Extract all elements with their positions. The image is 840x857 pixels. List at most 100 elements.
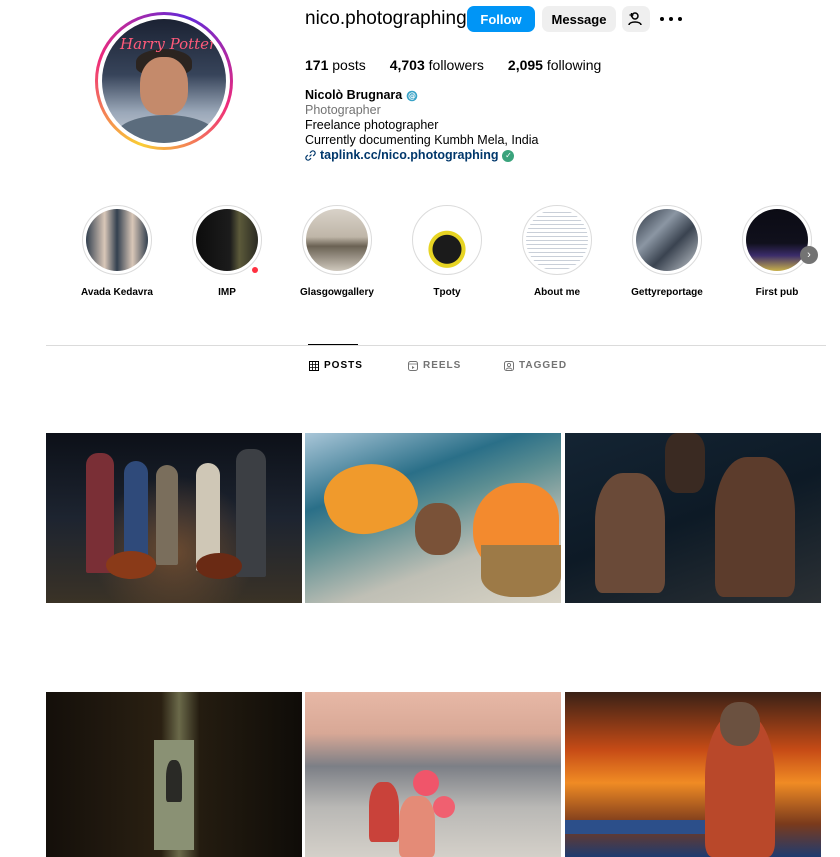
following-label: following (546, 57, 602, 73)
highlight-gettyreportage[interactable]: Gettyreportage (622, 205, 712, 298)
post-thumbnail-smokers[interactable] (565, 433, 821, 603)
svg-text:@: @ (408, 91, 416, 100)
tab-reels[interactable]: REELS (408, 360, 461, 371)
profile-stats: 171 posts 4,703 followers 2,095 followin… (305, 57, 625, 73)
photo-figure (166, 760, 182, 802)
posts-label: posts (332, 57, 366, 73)
photo-fence (565, 820, 705, 834)
avatar-frame: Harry Potter (98, 15, 230, 147)
followers-label: followers (428, 57, 484, 73)
grid-icon (309, 360, 319, 371)
highlight-avada-kedavra[interactable]: Avada Kedavra (72, 205, 162, 298)
highlight-label: IMP (218, 287, 236, 298)
highlight-cover (746, 209, 808, 271)
add-user-button[interactable] (622, 6, 650, 32)
following-stat[interactable]: 2,095 following (508, 57, 601, 73)
highlight-glasgowgallery[interactable]: Glasgowgallery (292, 205, 382, 298)
highlight-cover (526, 209, 588, 271)
more-dot (660, 17, 664, 21)
highlight-cover (306, 209, 368, 271)
highlight-cover (196, 209, 258, 271)
tab-posts-label: POSTS (324, 360, 363, 371)
bio-line-2: Currently documenting Kumbh Mela, India (305, 133, 539, 147)
message-button[interactable]: Message (542, 6, 616, 32)
highlight-ring (82, 205, 152, 275)
highlight-label: First pub (755, 287, 799, 298)
post-thumbnail-sulfur-miner[interactable] (305, 433, 561, 603)
profile-bio: Nicolò Brugnara @ Photographer Freelance… (305, 88, 538, 163)
tab-tagged[interactable]: TAGGED (504, 360, 567, 371)
photo-balloon (413, 770, 439, 796)
photo-sadhu-head (720, 702, 760, 746)
photo-figure (595, 473, 665, 593)
profile-username: nico.photographing (305, 8, 467, 29)
link-icon (305, 150, 316, 161)
highlight-tpoty[interactable]: Tpoty (402, 205, 492, 298)
highlight-cover (636, 209, 698, 271)
highlight-ring (742, 205, 812, 275)
profile-avatar[interactable]: Harry Potter (95, 12, 233, 150)
more-dot (678, 17, 682, 21)
follow-button[interactable]: Follow (467, 6, 535, 32)
photo-figure (236, 449, 266, 577)
highlight-ring (302, 205, 372, 275)
photo-figure (86, 453, 114, 573)
photo-figure (715, 457, 795, 597)
posts-stat: 171 posts (305, 57, 366, 73)
highlight-label: Gettyreportage (631, 287, 703, 298)
active-tab-indicator (308, 344, 358, 345)
highlight-label: Tpoty (433, 287, 461, 298)
profile-category: Photographer (305, 103, 381, 117)
photo-child (369, 782, 399, 842)
photo-rooster (106, 551, 156, 579)
post-thumbnail-corridor[interactable] (46, 692, 302, 857)
photo-figure (665, 433, 705, 493)
tab-tagged-label: TAGGED (519, 360, 568, 371)
tagged-icon (504, 360, 514, 371)
tabs-divider (46, 345, 826, 346)
highlight-ring (632, 205, 702, 275)
highlight-imp[interactable]: IMP (182, 205, 272, 298)
highlight-ring (192, 205, 262, 275)
photo-balloon (433, 796, 455, 818)
add-user-icon (628, 12, 642, 26)
highlight-cover (86, 209, 148, 271)
photo-rooster (196, 553, 242, 579)
photo-basket (481, 545, 561, 597)
photo-figure (156, 465, 178, 565)
avatar-shirt-shape (116, 115, 216, 143)
highlight-ring (412, 205, 482, 275)
posts-count: 171 (305, 57, 329, 73)
highlight-label: Avada Kedavra (81, 287, 153, 298)
photo-miner (415, 503, 461, 555)
following-count: 2,095 (507, 57, 543, 73)
bio-line-1: Freelance photographer (305, 118, 439, 132)
new-highlight-dot (252, 267, 258, 273)
photo-sulfur-left (316, 450, 424, 546)
avatar-image: Harry Potter (102, 19, 226, 143)
highlight-about-me[interactable]: About me (512, 205, 602, 298)
verified-link-icon: ✓ (502, 149, 515, 162)
highlight-ring (522, 205, 592, 275)
more-dot (669, 17, 673, 21)
tab-reels-label: REELS (423, 360, 462, 371)
bio-link[interactable]: taplink.cc/nico.photographing ✓ (305, 148, 538, 163)
avatar-overlay-text: Harry Potter (120, 35, 217, 53)
post-thumbnail-cockfight[interactable] (46, 433, 302, 603)
post-thumbnail-children-ghat[interactable] (305, 692, 561, 857)
tab-posts[interactable]: POSTS (309, 360, 363, 371)
reels-icon (408, 360, 418, 371)
highlight-label: About me (533, 287, 581, 298)
full-name: Nicolò Brugnara (305, 88, 403, 102)
avatar-face-shape (140, 57, 188, 115)
photo-child (399, 796, 435, 857)
threads-badge-icon[interactable]: @ (406, 90, 418, 102)
bio-link-text[interactable]: taplink.cc/nico.photographing (320, 148, 498, 163)
highlight-label: Glasgowgallery (300, 287, 374, 298)
chevron-right-icon[interactable]: › (800, 246, 818, 264)
full-name-row: Nicolò Brugnara @ (305, 88, 538, 103)
followers-stat[interactable]: 4,703 followers (390, 57, 484, 73)
more-options-icon[interactable] (660, 9, 682, 29)
post-thumbnail-sadhu-fire[interactable] (565, 692, 821, 857)
followers-count: 4,703 (389, 57, 425, 73)
